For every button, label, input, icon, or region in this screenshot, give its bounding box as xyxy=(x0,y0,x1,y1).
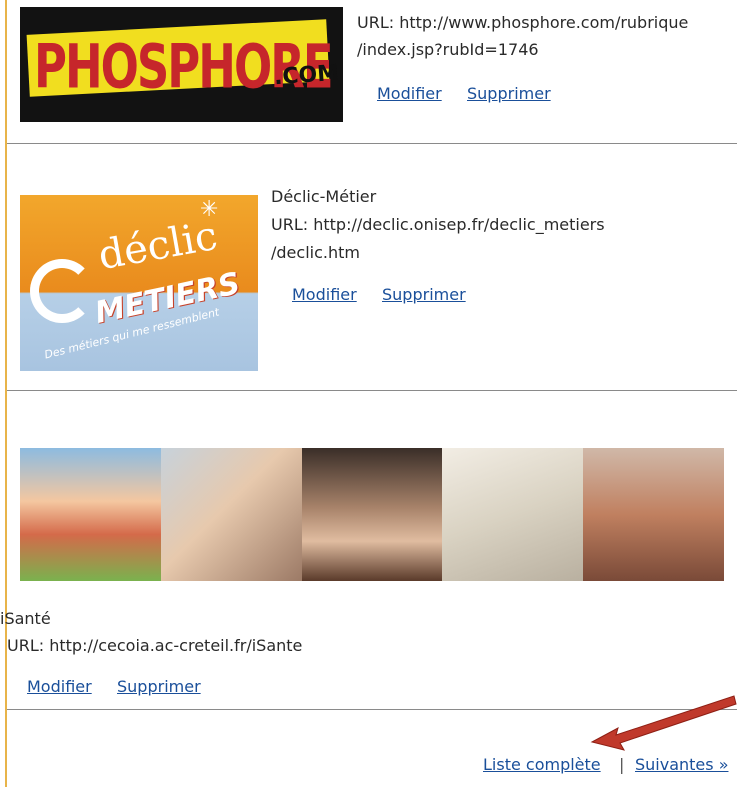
banner-photo-doctor xyxy=(160,448,302,581)
entry-url: URL: http://declic.onisep.fr/declic_meti… xyxy=(271,215,605,234)
declic-metier-logo: ✳ déclic METIERS Des métiers qui me ress… xyxy=(20,195,258,371)
entry-title: iSanté xyxy=(0,609,51,628)
swirl-graphic xyxy=(30,259,94,323)
modify-link[interactable]: Modifier xyxy=(377,84,442,103)
banner-photo-hands xyxy=(583,448,724,581)
entry-url-continued: /index.jsp?rubId=1746 xyxy=(357,40,539,59)
modify-link[interactable]: Modifier xyxy=(27,677,92,696)
entry-title: Déclic-Métier xyxy=(271,187,377,206)
declic-logo-text: déclic xyxy=(94,212,221,280)
delete-link[interactable]: Supprimer xyxy=(382,285,466,304)
entry-url-continued: /declic.htm xyxy=(271,243,360,262)
next-page-link[interactable]: Suivantes » xyxy=(635,755,728,774)
phosphore-logo-suffix: .COM xyxy=(273,60,340,91)
pagination-separator: | xyxy=(619,755,625,774)
banner-photo-couple xyxy=(301,448,443,581)
phosphore-logo: PHOSPHORE .COM xyxy=(20,7,343,122)
delete-link[interactable]: Supprimer xyxy=(117,677,201,696)
full-list-link[interactable]: Liste complète xyxy=(483,755,601,774)
banner-photo-chart xyxy=(442,448,584,581)
red-arrow-annotation xyxy=(590,695,737,751)
modify-link[interactable]: Modifier xyxy=(292,285,357,304)
entry-divider xyxy=(7,143,737,144)
entry-url: URL: http://cecoia.ac-creteil.fr/iSante xyxy=(7,636,303,655)
banner-photo-child xyxy=(20,448,161,581)
entry-url: URL: http://www.phosphore.com/rubrique xyxy=(357,13,689,32)
isante-banner-image xyxy=(20,448,724,581)
left-border xyxy=(5,0,7,787)
entry-divider xyxy=(7,390,737,391)
delete-link[interactable]: Supprimer xyxy=(467,84,551,103)
